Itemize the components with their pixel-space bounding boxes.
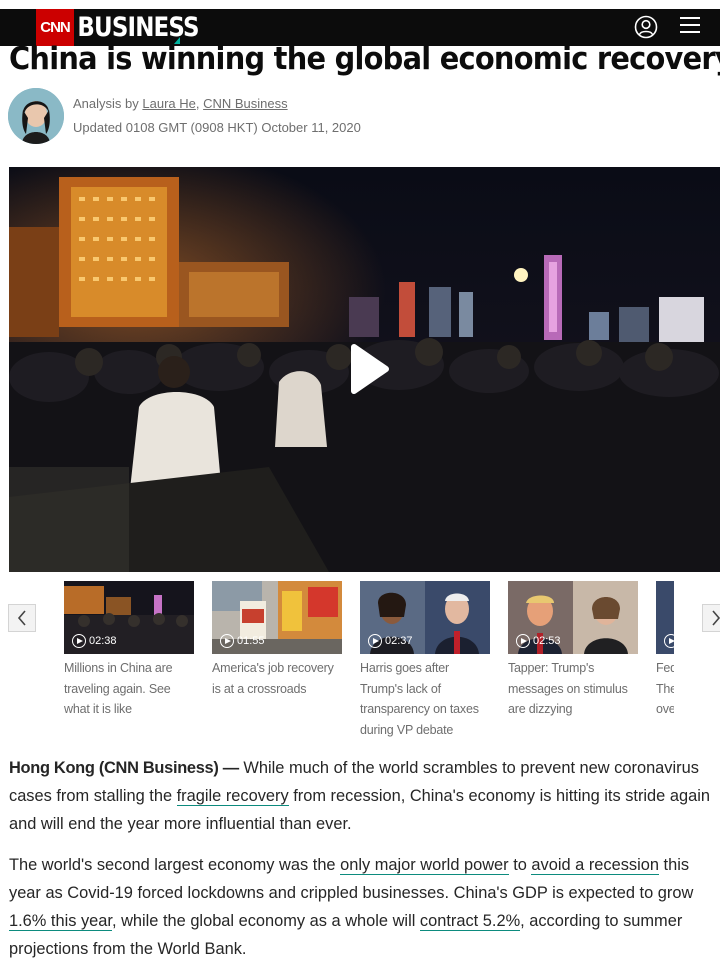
inline-link[interactable]: 1.6% this year xyxy=(9,912,112,931)
paragraph-text: The world's second largest economy was t… xyxy=(9,856,341,874)
video-caption: Tapper: Trump's messages on stimulus are… xyxy=(508,661,628,716)
video-thumbnail: 02:38 xyxy=(64,581,194,654)
carousel-next-button[interactable] xyxy=(702,604,720,632)
duration-text: 02:37 xyxy=(385,635,413,647)
carousel-item[interactable]: 02:37 Harris goes after Trump's lack of … xyxy=(360,581,490,740)
byline: Analysis by Laura He, CNN Business xyxy=(73,96,288,111)
duration-badge: 02:38 xyxy=(72,634,117,648)
carousel-item[interactable]: 02:53 Tapper: Trump's messages on stimul… xyxy=(508,581,638,720)
carousel-item-partial[interactable]: Fed The ove xyxy=(656,581,674,720)
video-caption: Harris goes after Trump's lack of transp… xyxy=(360,661,479,737)
paragraph: Hong Kong (CNN Business) — While much of… xyxy=(9,754,720,838)
video-thumbnail: 02:37 xyxy=(360,581,490,654)
author-avatar[interactable] xyxy=(8,88,64,144)
updated-timestamp: Updated 0108 GMT (0908 HKT) October 11, … xyxy=(73,120,361,135)
video-caption: America's job recovery is at a crossroad… xyxy=(212,661,334,696)
inline-link[interactable]: contract 5.2% xyxy=(419,912,521,931)
duration-badge: 02:53 xyxy=(516,634,561,648)
user-icon[interactable] xyxy=(634,15,658,39)
paragraph-text: to xyxy=(508,856,532,874)
video-thumbnail: 02:53 xyxy=(508,581,638,654)
play-circle-icon xyxy=(368,634,382,648)
duration-text: 01:55 xyxy=(237,635,265,647)
outlet-link[interactable]: CNN Business xyxy=(203,96,288,111)
duration-badge: 02:37 xyxy=(368,634,413,648)
play-icon[interactable] xyxy=(348,343,390,395)
article-body: Hong Kong (CNN Business) — While much of… xyxy=(9,754,720,965)
duration-badge xyxy=(664,634,674,648)
play-circle-icon xyxy=(72,634,86,648)
chevron-right-icon xyxy=(712,610,720,626)
carousel-prev-button[interactable] xyxy=(8,604,36,632)
carousel-item[interactable]: 02:38 Millions in China are traveling ag… xyxy=(64,581,194,720)
play-circle-icon xyxy=(664,634,674,648)
duration-badge: 01:55 xyxy=(220,634,265,648)
article-headline: China is winning the global economic rec… xyxy=(9,41,720,77)
header-gap xyxy=(672,0,720,9)
duration-text: 02:53 xyxy=(533,635,561,647)
video-player[interactable] xyxy=(9,167,720,572)
byline-separator: , xyxy=(195,96,204,111)
carousel-item[interactable]: 01:55 America's job recovery is at a cro… xyxy=(212,581,342,699)
paragraph: The world's second largest economy was t… xyxy=(9,851,720,963)
inline-link[interactable]: fragile recovery xyxy=(176,787,289,806)
paragraph-text: , while the global economy as a whole wi… xyxy=(111,912,420,930)
video-thumbnail: 01:55 xyxy=(212,581,342,654)
inline-link[interactable]: avoid a recession xyxy=(531,856,659,875)
author-link[interactable]: Laura He xyxy=(142,96,195,111)
inline-link[interactable]: only major world power xyxy=(340,856,509,875)
menu-icon[interactable] xyxy=(680,17,700,35)
video-thumbnail xyxy=(656,581,674,654)
dateline: Hong Kong (CNN Business) — xyxy=(9,759,239,777)
video-carousel: 02:38 Millions in China are traveling ag… xyxy=(0,581,720,741)
video-caption: Millions in China are traveling again. S… xyxy=(64,661,173,716)
byline-prefix: Analysis by xyxy=(73,96,143,111)
play-circle-icon xyxy=(516,634,530,648)
duration-text: 02:38 xyxy=(89,635,117,647)
play-circle-icon xyxy=(220,634,234,648)
chevron-left-icon xyxy=(17,610,26,626)
video-caption: Fed The ove xyxy=(656,661,674,716)
